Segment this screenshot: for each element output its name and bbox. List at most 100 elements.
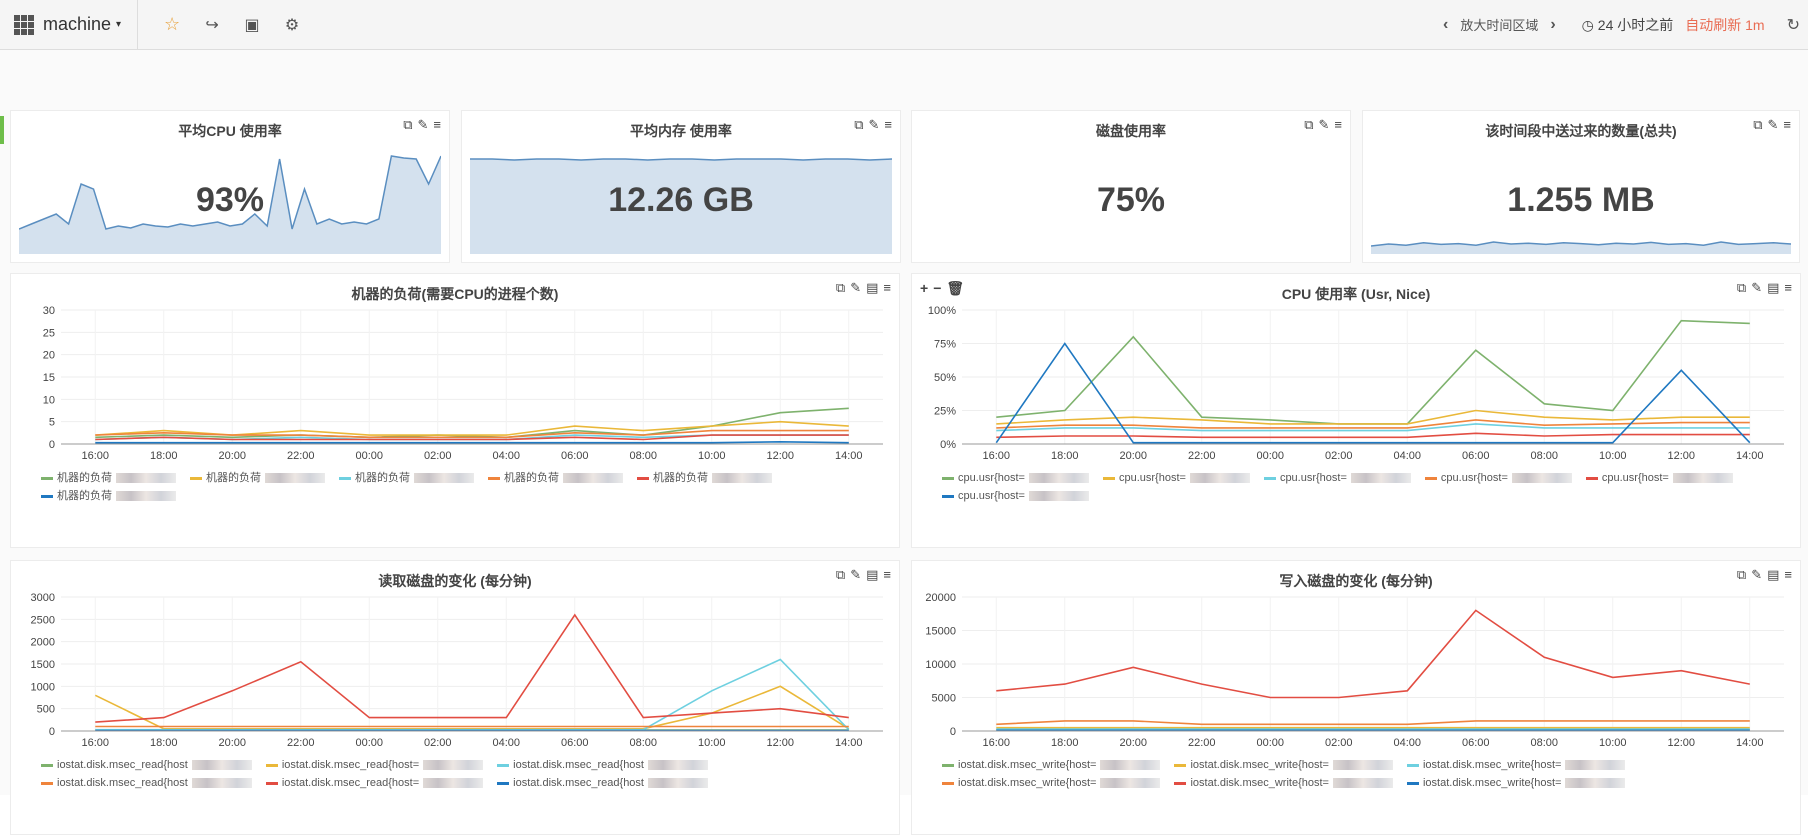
pencil-icon[interactable]: ✎ (418, 117, 429, 133)
legend-item[interactable]: 机器的负荷 (190, 469, 325, 487)
graph: 0 500 1000 1500 2000 2500 3000 16:00 18:00 20:00 2… (17, 589, 893, 751)
panel-title: 磁盘使用率 (1096, 123, 1166, 139)
y-tick-label: 75% (934, 339, 956, 351)
menu-icon[interactable]: ≡ (433, 117, 441, 133)
time-back-button[interactable]: ‹ (1443, 16, 1448, 34)
legend-swatch (497, 763, 510, 767)
panel-title: 平均内存 使用率 (630, 123, 732, 139)
y-tick-label: 15 (43, 372, 55, 384)
legend-item[interactable]: 机器的负荷 (41, 487, 176, 505)
external-link-icon[interactable]: ⧉ (854, 117, 863, 133)
pencil-icon[interactable]: ✎ (869, 117, 880, 133)
pencil-icon[interactable]: ✎ (1768, 117, 1779, 133)
legend-item[interactable]: iostat.disk.msec_write{host= (1406, 756, 1626, 774)
menu-icon[interactable]: ≡ (883, 567, 891, 583)
menu-icon[interactable]: ≡ (884, 117, 892, 133)
book-icon[interactable]: ▤ (1767, 567, 1779, 583)
x-tick-label: 14:00 (835, 737, 863, 749)
zoom-out-button[interactable]: 放大时间区域 (1460, 15, 1538, 34)
legend-item[interactable]: iostat.disk.msec_write{host= (942, 774, 1161, 792)
legend: iostat.disk.msec_read{host iostat.disk.ms… (41, 756, 889, 792)
menu-icon[interactable]: ≡ (1334, 117, 1342, 133)
external-link-icon[interactable]: ⧉ (403, 117, 412, 133)
auto-refresh-label[interactable]: 自动刷新 1m (1685, 15, 1764, 35)
y-tick-label: 50% (934, 372, 956, 384)
pencil-icon[interactable]: ✎ (1751, 280, 1762, 296)
legend-item[interactable]: cpu.usr{host= (1102, 469, 1250, 487)
legend-item[interactable]: cpu.usr{host= (1585, 469, 1733, 487)
y-tick-label: 10 (43, 394, 55, 406)
time-range-label: 24 小时之前 (1597, 16, 1674, 33)
legend-label: cpu.usr{host= (958, 472, 1025, 484)
pencil-icon[interactable]: ✎ (850, 280, 861, 296)
book-icon[interactable]: ▤ (866, 567, 878, 583)
series-line (95, 420, 849, 436)
menu-icon[interactable]: ≡ (1784, 280, 1792, 296)
legend-swatch (942, 763, 954, 767)
save-icon[interactable]: ▣ (232, 0, 272, 50)
external-link-icon[interactable]: ⧉ (1737, 280, 1746, 296)
legend-swatch (41, 476, 53, 480)
redacted-host (265, 473, 325, 484)
menu-icon[interactable]: ≡ (1784, 567, 1792, 583)
legend-item[interactable]: 机器的负荷 (488, 469, 623, 487)
legend-item[interactable]: cpu.usr{host= (942, 469, 1089, 487)
star-icon[interactable]: ☆ (152, 0, 192, 50)
legend-item[interactable]: iostat.disk.msec_read{host (497, 774, 708, 792)
stat-value: 75% (1096, 181, 1166, 219)
legend-swatch (41, 781, 53, 785)
x-tick-label: 18:00 (1051, 450, 1079, 462)
legend-item[interactable]: cpu.usr{host= (1263, 469, 1411, 487)
panel-sent-count: 该时间段中送过来的数量(总共) ⧉ ✎ ≡ 1.255 MB (1362, 110, 1800, 263)
legend-item[interactable]: cpu.usr{host= (1424, 469, 1572, 487)
graph: 0 5000 10000 15000 20000 16:00 18:00 20:00 22:00… (918, 589, 1794, 751)
legend-item[interactable]: 机器的负荷 (339, 469, 474, 487)
series-line (95, 613, 849, 723)
dashboard-switcher[interactable]: machine ▾ (0, 0, 139, 50)
redacted-host (1565, 778, 1626, 789)
legend-item[interactable]: iostat.disk.msec_read{host (41, 774, 252, 792)
panel-title: 该时间段中送过来的数量(总共) (1485, 123, 1677, 139)
external-link-icon[interactable]: ⧉ (1737, 567, 1746, 583)
x-tick-label: 10:00 (1599, 737, 1627, 749)
pencil-icon[interactable]: ✎ (1751, 567, 1762, 583)
external-link-icon[interactable]: ⧉ (836, 280, 845, 296)
x-tick-label: 04:00 (1393, 737, 1421, 749)
menu-icon[interactable]: ≡ (883, 280, 891, 296)
x-tick-label: 08:00 (629, 450, 657, 462)
legend-item[interactable]: iostat.disk.msec_read{host= (265, 774, 484, 792)
legend-swatch (1406, 763, 1419, 767)
x-tick-label: 16:00 (982, 450, 1010, 462)
legend-item[interactable]: iostat.disk.msec_write{host= (942, 756, 1161, 774)
external-link-icon[interactable]: ⧉ (1753, 117, 1762, 133)
legend-item[interactable]: cpu.usr{host= (942, 487, 1089, 505)
legend-swatch (41, 494, 53, 498)
series-line (996, 432, 1750, 439)
legend-item[interactable]: iostat.disk.msec_read{host (497, 756, 708, 774)
external-link-icon[interactable]: ⧉ (1304, 117, 1313, 133)
y-tick-label: 0 (950, 726, 956, 738)
legend-item[interactable]: iostat.disk.msec_write{host= (1174, 774, 1393, 792)
book-icon[interactable]: ▤ (1767, 280, 1779, 296)
row-marker (0, 116, 4, 144)
y-tick-label: 1000 (31, 681, 55, 693)
refresh-icon[interactable]: ↻ (1787, 15, 1800, 35)
x-tick-label: 06:00 (561, 450, 589, 462)
legend-item[interactable]: 机器的负荷 (41, 469, 176, 487)
external-link-icon[interactable]: ⧉ (836, 567, 845, 583)
book-icon[interactable]: ▤ (866, 280, 878, 296)
legend-item[interactable]: iostat.disk.msec_read{host= (265, 756, 484, 774)
share-icon[interactable]: ↪ (192, 0, 232, 50)
pencil-icon[interactable]: ✎ (850, 567, 861, 583)
legend-item[interactable]: iostat.disk.msec_write{host= (1406, 774, 1626, 792)
legend-item[interactable]: iostat.disk.msec_write{host= (1174, 756, 1393, 774)
pencil-icon[interactable]: ✎ (1319, 117, 1330, 133)
x-tick-label: 20:00 (218, 450, 246, 462)
time-picker[interactable]: ◷ 24 小时之前 (1582, 15, 1674, 35)
menu-icon[interactable]: ≡ (1783, 117, 1791, 133)
legend-item[interactable]: 机器的负荷 (637, 469, 772, 487)
legend-item[interactable]: iostat.disk.msec_read{host (41, 756, 252, 774)
gear-icon[interactable]: ⚙ (272, 0, 312, 50)
y-tick-label: 2000 (31, 637, 55, 649)
time-forward-button[interactable]: › (1550, 16, 1555, 34)
